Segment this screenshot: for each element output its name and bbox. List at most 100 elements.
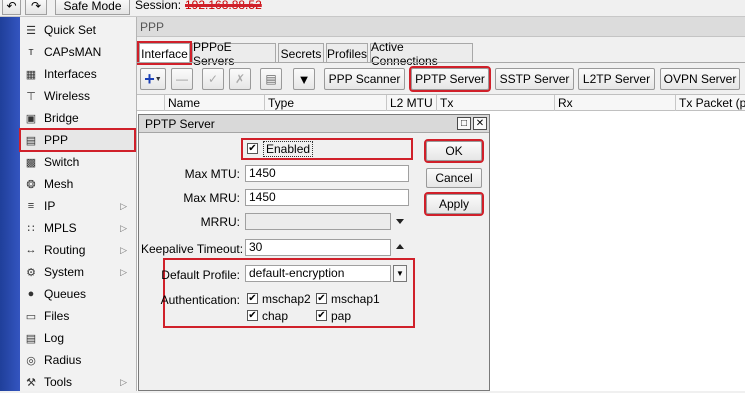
tab-interface[interactable]: Interface xyxy=(137,41,192,65)
sidebar-item-switch[interactable]: ▩ Switch xyxy=(20,151,137,173)
sidebar-item-label: Queues xyxy=(44,287,87,301)
routing-icon: ↔ xyxy=(25,244,37,256)
sidebar-item-queues[interactable]: ● Queues xyxy=(20,283,137,305)
tab-divider xyxy=(137,62,745,63)
filter-icon: ▼ xyxy=(297,71,311,87)
default-profile-select[interactable]: default-encryption xyxy=(245,265,391,282)
filter-button[interactable]: ▼ xyxy=(293,68,315,90)
radius-icon: ◎ xyxy=(26,354,36,367)
sidebar-item-label: System xyxy=(44,265,85,279)
apply-button[interactable]: Apply xyxy=(424,192,484,216)
comment-button[interactable]: ▤ xyxy=(260,68,282,90)
tools-icon: ⚒ xyxy=(26,376,36,389)
close-icon[interactable]: ✕ xyxy=(473,117,487,130)
sidebar-item-tools[interactable]: ⚒ Tools ▷ xyxy=(20,371,137,393)
redo-icon[interactable]: ↷ xyxy=(25,0,47,15)
wireless-icon: ⊤ xyxy=(26,90,36,103)
column-rx[interactable]: Rx xyxy=(554,95,675,111)
add-button[interactable]: + ▼ xyxy=(140,68,166,90)
max-mtu-label: Max MTU: xyxy=(184,167,240,181)
sidebar-item-label: CAPsMAN xyxy=(44,45,102,59)
sidebar-item-label: Switch xyxy=(44,155,80,169)
l2tp-server-button[interactable]: L2TP Server xyxy=(578,68,655,90)
sidebar-item-label: Wireless xyxy=(44,89,91,103)
sstp-server-button[interactable]: SSTP Server xyxy=(495,68,574,90)
mschap2-checkbox[interactable]: ✔ xyxy=(247,293,258,304)
ppp-window-title: PPP xyxy=(137,17,745,37)
sidebar-item-label: Log xyxy=(44,331,65,345)
tab-active-connections[interactable]: Active Connections xyxy=(370,40,473,68)
mrru-expand-icon[interactable] xyxy=(396,219,404,224)
column-type[interactable]: Type xyxy=(264,95,386,111)
mpls-icon: ∷ xyxy=(27,222,35,235)
top-toolbar: ↶ ↷ Safe Mode Session: 192.168.88.52 xyxy=(0,0,745,17)
mrru-field[interactable] xyxy=(245,213,391,230)
session-label: Session: xyxy=(135,0,182,12)
ovpn-server-button[interactable]: OVPN Server xyxy=(660,68,740,90)
disable-button[interactable]: ✗ xyxy=(229,68,251,90)
pap-label: pap xyxy=(331,309,352,323)
submenu-arrow-icon: ▷ xyxy=(120,222,127,233)
pap-checkbox[interactable]: ✔ xyxy=(316,310,327,321)
tab-pppoe-servers[interactable]: PPPoE Servers xyxy=(192,40,276,68)
column-tx[interactable]: Tx xyxy=(436,95,554,111)
max-mru-label: Max MRU: xyxy=(183,191,240,205)
max-mru-field[interactable]: 1450 xyxy=(245,189,409,206)
sidebar-item-capsman[interactable]: ᴛ CAPsMAN xyxy=(20,41,137,63)
sidebar-item-bridge[interactable]: ▣ Bridge xyxy=(20,107,137,129)
ok-button[interactable]: OK xyxy=(424,139,484,163)
minus-icon: — xyxy=(176,72,188,86)
sidebar-item-label: Tools xyxy=(44,375,73,389)
capsman-icon: ᴛ xyxy=(28,46,34,58)
sidebar-item-label: Files xyxy=(44,309,70,323)
mschap2-label: mschap2 xyxy=(262,292,311,306)
dialog-title: PPTP Server xyxy=(139,115,489,133)
sidebar-item-mesh[interactable]: ❂ Mesh xyxy=(20,173,137,195)
log-icon: ▤ xyxy=(25,332,37,345)
column-l2mtu[interactable]: L2 MTU xyxy=(386,95,436,111)
dropdown-arrow-icon[interactable]: ▼ xyxy=(393,265,407,282)
comment-icon: ▤ xyxy=(265,72,277,86)
sidebar-item-files[interactable]: ▭ Files xyxy=(20,305,137,327)
sidebar-item-wireless[interactable]: ⊤ Wireless xyxy=(20,85,137,107)
undo-icon[interactable]: ↶ xyxy=(2,0,21,15)
sidebar-item-system[interactable]: ⚙ System ▷ xyxy=(20,261,137,283)
chap-checkbox[interactable]: ✔ xyxy=(247,310,258,321)
sidebar-item-mpls[interactable]: ∷ MPLS ▷ xyxy=(20,217,137,239)
sidebar-item-ppp[interactable]: ▤ PPP xyxy=(19,128,136,152)
files-icon: ▭ xyxy=(25,310,37,323)
sidebar-item-label: MPLS xyxy=(44,221,77,235)
sidebar-item-label: Interfaces xyxy=(44,67,97,81)
ppp-scanner-button[interactable]: PPP Scanner xyxy=(324,68,405,90)
pptp-server-button[interactable]: PPTP Server xyxy=(409,66,491,92)
check-icon: ✓ xyxy=(207,72,219,86)
sidebar-item-log[interactable]: ▤ Log xyxy=(20,327,137,349)
enable-button[interactable]: ✓ xyxy=(202,68,224,90)
sidebar-item-radius[interactable]: ◎ Radius xyxy=(20,349,137,371)
max-mtu-field[interactable]: 1450 xyxy=(245,165,409,182)
tab-secrets[interactable]: Secrets xyxy=(278,43,324,63)
sidebar-item-routing[interactable]: ↔ Routing ▷ xyxy=(20,239,137,261)
bridge-icon: ▣ xyxy=(25,112,37,125)
sidebar-item-label: Routing xyxy=(44,243,86,257)
cancel-button[interactable]: Cancel xyxy=(426,168,482,188)
mschap1-checkbox[interactable]: ✔ xyxy=(316,293,327,304)
system-icon: ⚙ xyxy=(26,266,36,279)
tab-profiles[interactable]: Profiles xyxy=(326,43,368,63)
sidebar-item-quick-set[interactable]: ☰ Quick Set xyxy=(20,19,137,41)
keepalive-collapse-icon[interactable] xyxy=(396,244,404,249)
mschap1-label: mschap1 xyxy=(331,292,380,306)
maximize-icon[interactable]: □ xyxy=(457,117,471,130)
enabled-checkbox[interactable]: ✔ xyxy=(247,143,258,154)
session-value: 192.168.88.52 xyxy=(185,0,262,12)
dropdown-arrow-icon: ▼ xyxy=(154,75,162,83)
sidebar-item-ip[interactable]: ≡ IP ▷ xyxy=(20,195,137,217)
pptp-server-dialog: PPTP Server □ ✕ ✔ Enabled Max MTU: 1450 … xyxy=(138,114,490,391)
column-name[interactable]: Name xyxy=(164,95,264,111)
sidebar-item-interfaces[interactable]: ▦ Interfaces xyxy=(20,63,137,85)
keepalive-timeout-field[interactable]: 30 xyxy=(245,239,391,256)
column-tx-packet[interactable]: Tx Packet (p/s) xyxy=(675,95,745,111)
safe-mode-button[interactable]: Safe Mode xyxy=(55,0,130,15)
default-profile-label: Default Profile: xyxy=(161,268,240,282)
remove-button[interactable]: — xyxy=(171,68,193,90)
